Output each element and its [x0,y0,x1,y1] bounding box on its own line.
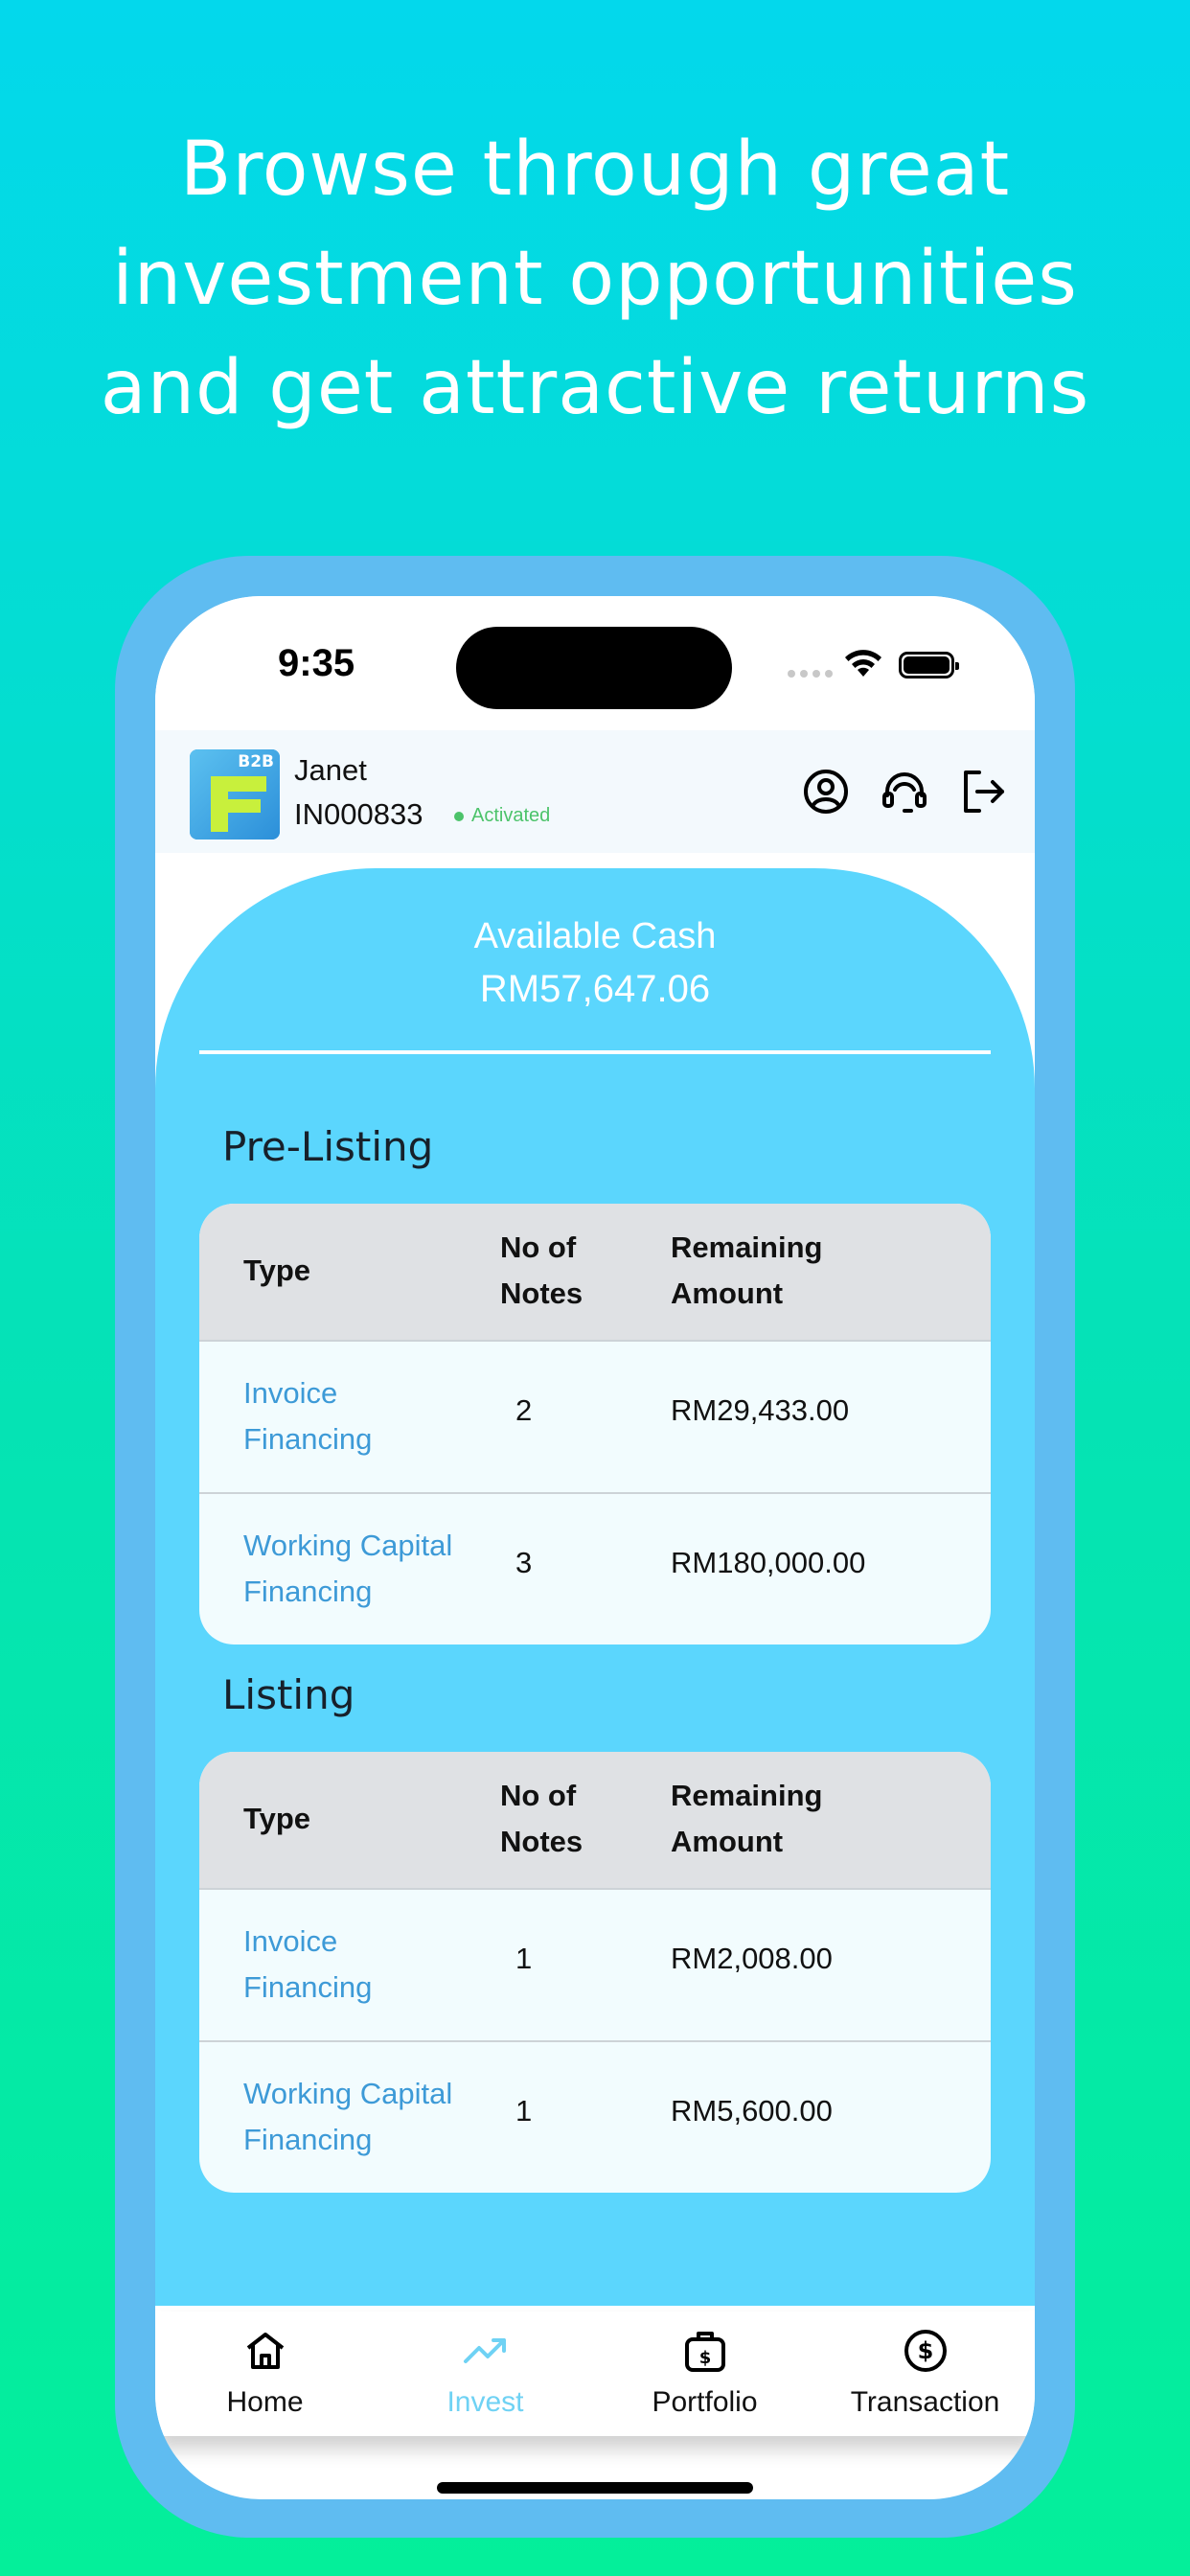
tab-invest[interactable]: Invest [376,2312,595,2436]
col-amount: Remaining Amount [671,1773,822,1865]
table-header: Type No of Notes Remaining Amount [199,1752,991,1888]
tab-portfolio-label: Portfolio [652,2386,758,2418]
row-notes: 1 [515,1942,533,1975]
app-header: B2B Janet IN000833 Activated [155,730,1035,853]
tab-home-label: Home [226,2386,304,2418]
wifi-icon [845,650,881,677]
row-type-line2: Financing [243,2123,373,2156]
row-type-line1: Invoice [243,1376,338,1410]
listing-table: Type No of Notes Remaining Amount Invoic… [199,1752,991,2193]
tab-portfolio[interactable]: $ Portfolio [595,2312,814,2436]
bottom-tab-bar: Home Invest $ Portfolio $ Transaction [155,2312,1035,2436]
col-notes: No of Notes [500,1225,583,1317]
col-amount-line1: Remaining [671,1779,823,1812]
headline-line-2: investment opportunities [112,236,1078,322]
tab-transaction[interactable]: $ Transaction [815,2312,1035,2436]
row-type-line2: Financing [243,1970,373,2004]
row-notes: 2 [515,1393,533,1427]
table-header: Type No of Notes Remaining Amount [199,1204,991,1340]
col-amount-line2: Amount [671,1825,784,1858]
promo-headline: Browse through great investment opportun… [0,115,1190,443]
phone-screen: 9:35 B2B Janet IN000833 Activated Availa… [155,596,1035,2499]
col-notes-line2: Notes [500,1276,584,1310]
col-type: Type [243,1254,311,1287]
status-time: 9:35 [278,642,355,684]
home-icon [246,2333,285,2369]
cash-divider [199,1050,991,1054]
available-cash-label: Available Cash [473,916,717,956]
tab-home[interactable]: Home [155,2312,375,2436]
logout-icon[interactable] [958,767,1008,816]
col-notes-line1: No of [500,1230,577,1264]
tab-transaction-label: Transaction [850,2386,1000,2418]
status-dot [454,811,464,821]
row-notes: 3 [515,1546,533,1579]
status-badge: Activated [471,805,551,826]
pre-listing-title: Pre-Listing [222,1123,434,1170]
invest-main-panel: Available Cash RM57,647.06 Pre-Listing T… [155,868,1035,2306]
row-type-line1: Invoice [243,1924,338,1958]
row-amount: RM29,433.00 [671,1393,850,1427]
headline-line-3: and get attractive returns [100,345,1090,431]
cellular-signal-icon [788,670,835,681]
row-amount: RM2,008.00 [671,1942,833,1975]
row-amount: RM5,600.00 [671,2094,833,2128]
logo-text: B2B [238,752,274,771]
tab-invest-label: Invest [446,2386,524,2418]
app-logo: B2B [190,749,280,840]
table-row[interactable]: Working Capital Financing 1 RM5,600.00 [199,2040,991,2193]
row-type-line2: Financing [243,1575,373,1608]
user-name: Janet [294,753,367,787]
col-amount-line2: Amount [671,1276,784,1310]
row-type-line2: Financing [243,1422,373,1456]
row-notes: 1 [515,2094,533,2128]
row-type-link[interactable]: Invoice Financing [243,1370,492,1462]
account-status: Activated [454,805,550,827]
support-headset-icon[interactable] [880,767,929,816]
pre-listing-table: Type No of Notes Remaining Amount Invoic… [199,1204,991,1644]
row-type-link[interactable]: Working Capital Financing [243,2071,492,2163]
dollar-circle-icon: $ [904,2330,947,2372]
available-cash-value: RM57,647.06 [479,968,711,1010]
row-type-line1: Working Capital [243,2077,453,2110]
trending-up-icon [464,2338,506,2363]
table-row[interactable]: Invoice Financing 2 RM29,433.00 [199,1340,991,1492]
row-type-line1: Working Capital [243,1529,453,1562]
table-row[interactable]: Invoice Financing 1 RM2,008.00 [199,1888,991,2040]
profile-icon[interactable] [801,767,851,816]
dynamic-island [456,627,732,709]
col-notes: No of Notes [500,1773,583,1865]
status-bar: 9:35 [155,596,1035,730]
col-amount-line1: Remaining [671,1230,823,1264]
home-indicator[interactable] [437,2482,753,2494]
col-notes-line2: Notes [500,1825,584,1858]
svg-text:$: $ [918,2337,934,2364]
row-type-link[interactable]: Invoice Financing [243,1919,492,2011]
svg-text:$: $ [699,2348,712,2368]
battery-icon [899,652,959,678]
listing-title: Listing [222,1671,355,1718]
col-amount: Remaining Amount [671,1225,822,1317]
table-row[interactable]: Working Capital Financing 3 RM180,000.00 [199,1492,991,1644]
user-id: IN000833 [294,797,423,831]
headline-line-1: Browse through great [179,126,1011,213]
briefcase-dollar-icon: $ [685,2332,725,2372]
row-type-link[interactable]: Working Capital Financing [243,1523,492,1615]
col-notes-line1: No of [500,1779,577,1812]
col-type: Type [243,1802,311,1835]
row-amount: RM180,000.00 [671,1546,866,1579]
